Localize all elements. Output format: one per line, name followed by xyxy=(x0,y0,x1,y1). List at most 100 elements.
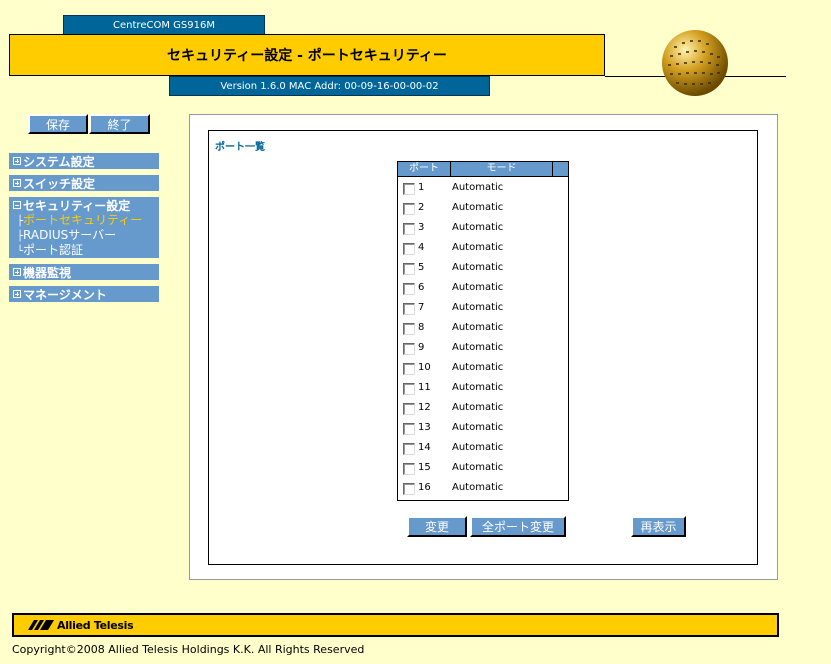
menu-label: セキュリティー設定 xyxy=(23,198,131,213)
port-number: 5 xyxy=(418,262,425,273)
port-number: 15 xyxy=(418,462,431,473)
port-row: 16 Automatic xyxy=(398,477,568,497)
menu-item-label: ポートセキュリティー xyxy=(23,213,143,227)
menu-device-monitor[interactable]: 機器監視 xyxy=(9,264,159,280)
port-number: 13 xyxy=(418,422,431,433)
menu-item-port-security[interactable]: ├ポートセキュリティー xyxy=(9,213,159,228)
save-button[interactable]: 保存 xyxy=(28,114,88,134)
version-info: Version 1.6.0 MAC Addr: 00-09-16-00-00-0… xyxy=(169,76,490,96)
port-row: 3 Automatic xyxy=(398,217,568,237)
port-number: 12 xyxy=(418,402,431,413)
port-number: 2 xyxy=(418,202,425,213)
refresh-button[interactable]: 再表示 xyxy=(631,516,686,537)
menu-item-radius-server[interactable]: ├RADIUSサーバー xyxy=(9,228,159,243)
port-mode: Automatic xyxy=(452,482,504,493)
port-row: 6 Automatic xyxy=(398,277,568,297)
port-number: 3 xyxy=(418,222,425,233)
column-header-spacer xyxy=(553,162,568,176)
port-checkbox[interactable] xyxy=(403,243,415,255)
port-mode: Automatic xyxy=(452,442,504,453)
port-mode: Automatic xyxy=(452,282,504,293)
exit-button[interactable]: 終了 xyxy=(89,114,150,134)
device-name-tab: CentreCOM GS916M xyxy=(63,15,265,35)
port-number: 16 xyxy=(418,482,431,493)
expand-icon xyxy=(13,179,21,187)
port-checkbox[interactable] xyxy=(403,383,415,395)
menu-item-label: ポート認証 xyxy=(23,243,84,257)
port-list-header: ポート モード xyxy=(397,161,569,177)
port-mode: Automatic xyxy=(452,322,504,333)
port-mode: Automatic xyxy=(452,362,504,373)
port-checkbox[interactable] xyxy=(403,283,415,295)
port-row: 13 Automatic xyxy=(398,417,568,437)
menu-label: 機器監視 xyxy=(23,265,72,280)
port-checkbox[interactable] xyxy=(403,363,415,375)
port-checkbox[interactable] xyxy=(403,223,415,235)
menu-label: システム設定 xyxy=(23,154,95,169)
globe-logo-icon xyxy=(662,30,728,96)
menu-management[interactable]: マネージメント xyxy=(9,286,159,302)
menu-security-head[interactable]: セキュリティー設定 xyxy=(9,197,159,213)
port-number: 14 xyxy=(418,442,431,453)
port-mode: Automatic xyxy=(452,462,504,473)
menu-item-port-auth[interactable]: └ポート認証 xyxy=(9,243,159,258)
port-mode: Automatic xyxy=(452,302,504,313)
port-row: 5 Automatic xyxy=(398,257,568,277)
change-button[interactable]: 変更 xyxy=(407,516,467,537)
section-title: ポート一覧 xyxy=(215,142,265,153)
port-number: 9 xyxy=(418,342,425,353)
menu-item-label: RADIUSサーバー xyxy=(23,228,117,242)
port-row: 1 Automatic xyxy=(398,177,568,197)
expand-icon xyxy=(13,290,21,298)
port-checkbox[interactable] xyxy=(403,303,415,315)
port-mode: Automatic xyxy=(452,342,504,353)
port-checkbox[interactable] xyxy=(403,483,415,495)
port-row: 9 Automatic xyxy=(398,337,568,357)
expand-icon xyxy=(13,268,21,276)
port-mode: Automatic xyxy=(452,402,504,413)
port-checkbox[interactable] xyxy=(403,203,415,215)
menu-switch-settings[interactable]: スイッチ設定 xyxy=(9,175,159,191)
port-mode: Automatic xyxy=(452,242,504,253)
port-checkbox[interactable] xyxy=(403,463,415,475)
port-row: 10 Automatic xyxy=(398,357,568,377)
port-list: 1 Automatic 2 Automatic 3 Automatic 4 Automatic… xyxy=(397,176,569,501)
allied-telesis-mark-icon xyxy=(28,620,54,630)
column-header-port: ポート xyxy=(398,162,451,176)
port-checkbox[interactable] xyxy=(403,403,415,415)
port-mode: Automatic xyxy=(452,202,504,213)
menu-system-settings[interactable]: システム設定 xyxy=(9,153,159,169)
port-row: 11 Automatic xyxy=(398,377,568,397)
port-number: 11 xyxy=(418,382,431,393)
port-row: 14 Automatic xyxy=(398,437,568,457)
port-checkbox[interactable] xyxy=(403,443,415,455)
port-row: 7 Automatic xyxy=(398,297,568,317)
port-row: 8 Automatic xyxy=(398,317,568,337)
port-row: 2 Automatic xyxy=(398,197,568,217)
copyright-text: Copyright©2008 Allied Telesis Holdings K… xyxy=(12,643,365,656)
port-checkbox[interactable] xyxy=(403,263,415,275)
port-checkbox[interactable] xyxy=(403,323,415,335)
port-mode: Automatic xyxy=(452,422,504,433)
port-number: 10 xyxy=(418,362,431,373)
port-mode: Automatic xyxy=(452,222,504,233)
port-mode: Automatic xyxy=(452,382,504,393)
port-number: 6 xyxy=(418,282,425,293)
port-checkbox[interactable] xyxy=(403,343,415,355)
page-title: セキュリティー設定 - ポートセキュリティー xyxy=(9,34,605,76)
port-checkbox[interactable] xyxy=(403,183,415,195)
change-all-ports-button[interactable]: 全ポート変更 xyxy=(470,516,566,537)
port-row: 4 Automatic xyxy=(398,237,568,257)
logo-text: Allied Telesis xyxy=(57,618,134,632)
port-mode: Automatic xyxy=(452,182,504,193)
port-number: 8 xyxy=(418,322,425,333)
port-row: 12 Automatic xyxy=(398,397,568,417)
footer-bar: Allied Telesis xyxy=(12,613,779,637)
port-checkbox[interactable] xyxy=(403,423,415,435)
expand-icon xyxy=(13,157,21,165)
collapse-icon xyxy=(13,201,21,209)
port-number: 4 xyxy=(418,242,425,253)
menu-security-settings: セキュリティー設定 ├ポートセキュリティー ├RADIUSサーバー └ポート認証 xyxy=(9,197,159,258)
menu-label: マネージメント xyxy=(23,287,107,302)
allied-telesis-logo: Allied Telesis xyxy=(28,618,134,632)
